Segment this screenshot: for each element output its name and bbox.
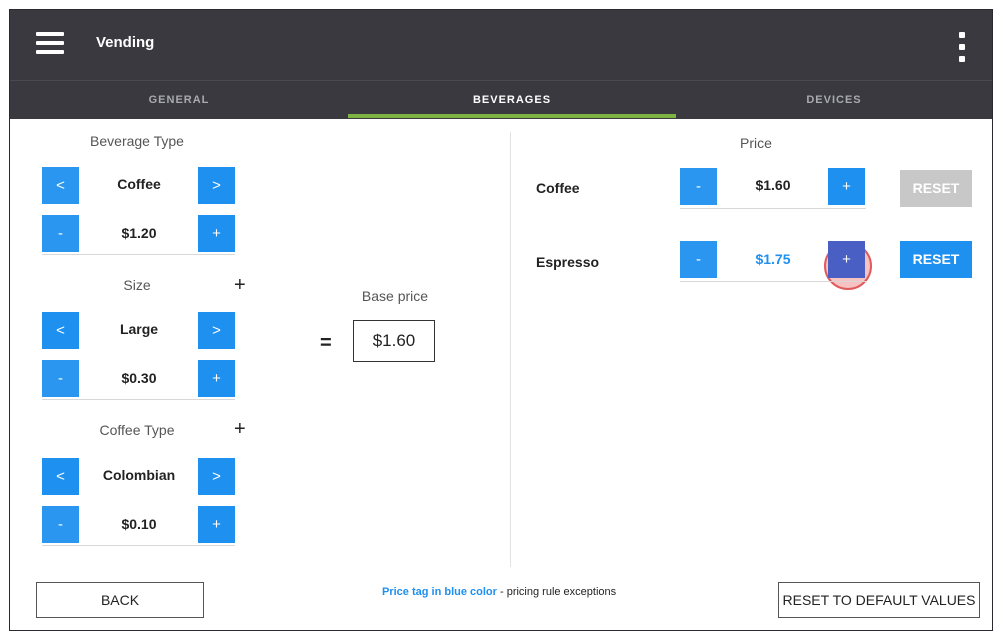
size-price-plus-button[interactable]: +: [198, 360, 235, 397]
espresso-price-plus-button[interactable]: +: [828, 241, 865, 278]
espresso-price-minus-button[interactable]: -: [680, 241, 717, 278]
coffee-type-price-value: $0.10: [121, 516, 157, 532]
coffee-price-plus-button[interactable]: +: [828, 168, 865, 205]
coffee-type-price-plus-button[interactable]: +: [198, 506, 235, 543]
coffee-price-minus-button[interactable]: -: [680, 168, 717, 205]
divider: [42, 545, 235, 546]
price-column-header: Price: [740, 135, 772, 151]
reset-to-default-button[interactable]: RESET TO DEFAULT VALUES: [778, 582, 980, 618]
beverage-type-value: Coffee: [117, 176, 161, 192]
beverage-name-coffee: Coffee: [536, 180, 580, 196]
beverage-type-price-minus-button[interactable]: -: [42, 215, 79, 252]
tab-general[interactable]: GENERAL: [10, 81, 348, 119]
coffee-reset-button[interactable]: RESET: [900, 170, 972, 207]
size-next-button[interactable]: >: [198, 312, 235, 349]
equals-sign: =: [320, 332, 332, 354]
espresso-price-value: $1.75: [755, 251, 791, 267]
beverage-type-price-value: $1.20: [121, 225, 157, 241]
beverage-type-price-plus-button[interactable]: +: [198, 215, 235, 252]
coffee-type-value: Colombian: [102, 467, 176, 483]
coffee-type-price-minus-button[interactable]: -: [42, 506, 79, 543]
size-price-minus-button[interactable]: -: [42, 360, 79, 397]
tab-devices[interactable]: DEVICES: [676, 81, 992, 119]
pricing-note-text: - pricing rule exceptions: [496, 586, 617, 598]
base-price-value: $1.60: [353, 320, 435, 362]
base-price-label: Base price: [361, 288, 429, 304]
espresso-reset-button[interactable]: RESET: [900, 241, 972, 278]
back-button[interactable]: BACK: [36, 582, 204, 618]
app-bar: Vending: [10, 10, 992, 80]
app-title: Vending: [96, 34, 155, 51]
beverage-type-next-button[interactable]: >: [198, 167, 235, 204]
pricing-note: Price tag in blue color - pricing rule e…: [382, 586, 616, 598]
app-window: Vending GENERAL BEVERAGES DEVICES Bevera…: [10, 10, 992, 630]
divider: [680, 281, 866, 282]
size-label: Size: [123, 277, 151, 293]
hamburger-menu-icon[interactable]: [36, 32, 64, 54]
beverage-type-label: Beverage Type: [90, 133, 184, 149]
divider: [680, 208, 866, 209]
more-options-icon[interactable]: [956, 32, 968, 62]
pricing-note-highlight: Price tag in blue color: [382, 586, 497, 598]
active-tab-indicator: [348, 114, 676, 118]
divider: [42, 399, 235, 400]
coffee-type-next-button[interactable]: >: [198, 458, 235, 495]
size-price-value: $0.30: [121, 370, 157, 386]
divider: [42, 254, 235, 255]
add-size-rule-button[interactable]: +: [234, 274, 246, 297]
size-prev-button[interactable]: <: [42, 312, 79, 349]
coffee-type-prev-button[interactable]: <: [42, 458, 79, 495]
beverage-name-espresso: Espresso: [536, 254, 600, 270]
add-coffee-type-rule-button[interactable]: +: [234, 418, 246, 441]
coffee-type-label: Coffee Type: [99, 422, 175, 438]
beverage-type-prev-button[interactable]: <: [42, 167, 79, 204]
size-value: Large: [119, 321, 159, 337]
column-divider: [510, 132, 511, 567]
coffee-price-value: $1.60: [755, 177, 791, 193]
